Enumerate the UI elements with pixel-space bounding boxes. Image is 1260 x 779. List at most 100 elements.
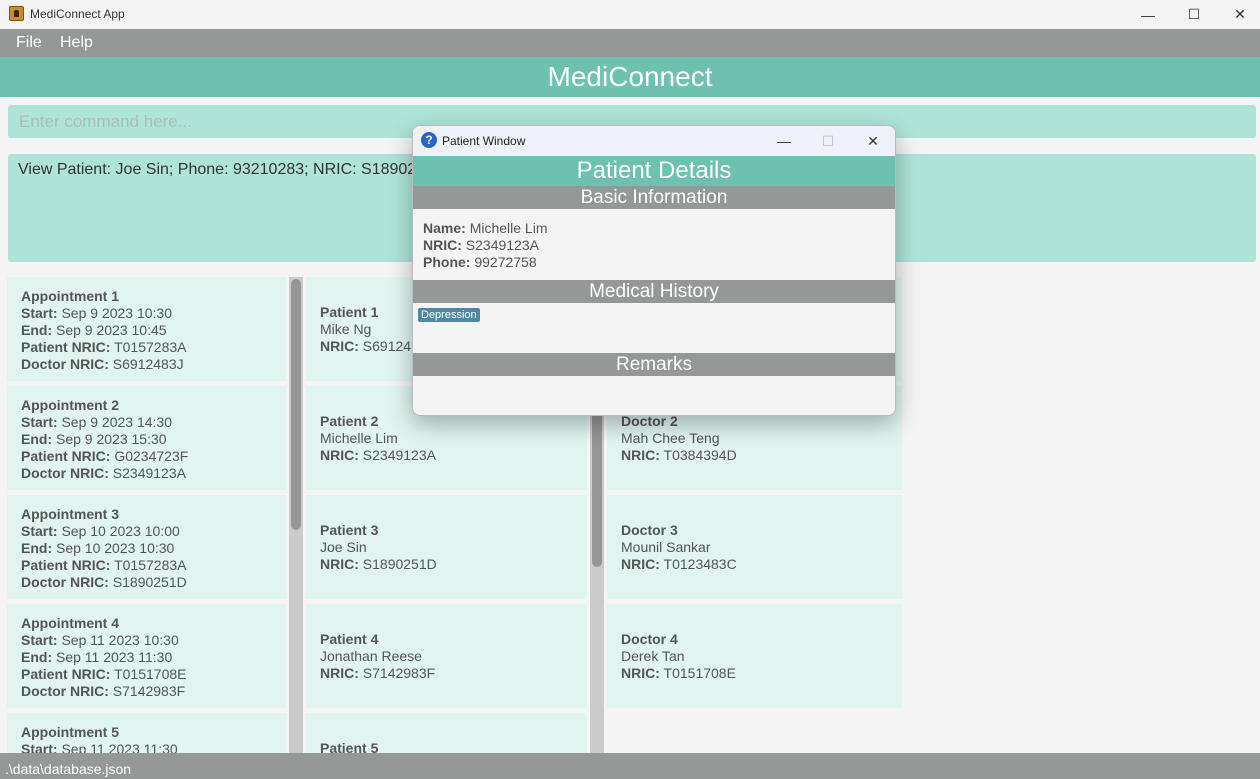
start-row: Start: Sep 9 2023 10:30 <box>21 305 272 322</box>
start-row-value: Sep 11 2023 11:30 <box>61 741 178 753</box>
close-button[interactable]: ✕ <box>1217 0 1260 29</box>
doctor-nric-row: Doctor NRIC: S6912483J <box>21 356 272 373</box>
doctor-nric-row-label: NRIC: <box>621 665 660 681</box>
start-row: Start: Sep 9 2023 14:30 <box>21 414 272 431</box>
doctor-nric-row-value: S2349123A <box>112 465 186 481</box>
patient-nric-row-value: S2349123A <box>362 447 436 463</box>
end-row-label: End: <box>21 322 53 338</box>
title-bar: MediConnect App — ☐ ✕ <box>0 0 1260 29</box>
patient-title-value: Patient 4 <box>320 631 379 647</box>
end-row-value: Sep 9 2023 15:30 <box>56 431 167 447</box>
appointment-card[interactable]: Appointment 5 Start: Sep 11 2023 11:30 <box>7 713 286 753</box>
doctor-nric-row-value: T0384394D <box>663 447 737 463</box>
doctor-nric-row-value: T0151708E <box>663 665 736 681</box>
patient-nric-row-label: NRIC: <box>320 447 359 463</box>
patient-title-value: Patient 3 <box>320 522 379 538</box>
maximize-button[interactable]: ☐ <box>1171 0 1217 29</box>
menu-help[interactable]: Help <box>60 34 93 52</box>
doctor-nric-row-label: Doctor NRIC: <box>21 465 109 481</box>
appointment-card[interactable]: Appointment 1 Start: Sep 9 2023 10:30 End:… <box>7 277 286 381</box>
patient-title: Patient 3 <box>320 522 573 539</box>
appointment-scroll-thumb[interactable] <box>291 279 301 530</box>
doctor-title-value: Doctor 4 <box>621 631 678 647</box>
patient-nric-row-value: T0157283A <box>114 557 187 573</box>
start-row-value: Sep 9 2023 10:30 <box>61 305 172 321</box>
appointment-title-value: Appointment 3 <box>21 506 119 522</box>
patient-title-value: Patient 5 <box>320 740 379 753</box>
patient-scroll-thumb[interactable] <box>592 397 602 567</box>
popup-maximize-button: ☐ <box>821 132 835 149</box>
nric-value: S2349123A <box>465 237 539 253</box>
patient-card[interactable]: Patient 3 Joe Sin NRIC: S1890251D <box>306 495 587 599</box>
app-icon <box>9 6 24 21</box>
patient-name-value: Mike Ng <box>320 321 372 337</box>
help-icon: ? <box>421 132 437 148</box>
patient-name-value: Jonathan Reese <box>320 648 422 664</box>
start-row: Start: Sep 11 2023 11:30 <box>21 741 272 753</box>
doctor-name: Mah Chee Teng <box>621 430 888 447</box>
menu-file[interactable]: File <box>16 34 42 52</box>
doctor-name-value: Derek Tan <box>621 648 685 664</box>
popup-minimize-button[interactable]: — <box>761 126 807 156</box>
patient-nric-row-value: S7142983F <box>362 665 436 681</box>
end-row-value: Sep 10 2023 10:30 <box>56 540 175 556</box>
start-row-value: Sep 11 2023 10:30 <box>61 632 179 648</box>
doctor-nric-row-label: Doctor NRIC: <box>21 356 109 372</box>
doctor-nric-row: NRIC: T0123483C <box>621 556 888 573</box>
menu-bar: File Help <box>0 29 1260 57</box>
basic-info-header: Basic Information <box>413 186 895 209</box>
appointment-title-value: Appointment 2 <box>21 397 119 413</box>
patient-window: ? Patient Window — ☐ ✕ Patient Details B… <box>412 125 896 416</box>
patient-nric-row: Patient NRIC: T0157283A <box>21 557 272 574</box>
patient-name-value: Michelle Lim <box>320 430 398 446</box>
end-row: End: Sep 10 2023 10:30 <box>21 540 272 557</box>
end-row-label: End: <box>21 649 53 665</box>
end-row-value: Sep 11 2023 11:30 <box>56 649 173 665</box>
doctor-nric-row-value: T0123483C <box>663 556 737 572</box>
start-row-label: Start: <box>21 305 58 321</box>
patient-nric-row: Patient NRIC: T0151708E <box>21 666 272 683</box>
end-row: End: Sep 9 2023 15:30 <box>21 431 272 448</box>
doctor-title: Doctor 4 <box>621 631 888 648</box>
popup-close-button[interactable]: ✕ <box>850 126 895 156</box>
end-row-label: End: <box>21 540 53 556</box>
status-bar: .\data\database.json <box>0 753 1260 779</box>
patient-card[interactable]: Patient 4 Jonathan Reese NRIC: S7142983F <box>306 604 587 708</box>
phone-label: Phone: <box>423 254 471 270</box>
minimize-button[interactable]: — <box>1125 0 1171 29</box>
patient-nric-row: NRIC: S7142983F <box>320 665 573 682</box>
doctor-nric-row-value: S7142983F <box>112 683 186 699</box>
doctor-nric-row: Doctor NRIC: S2349123A <box>21 465 272 482</box>
appointment-card[interactable]: Appointment 2 Start: Sep 9 2023 14:30 End:… <box>7 386 286 490</box>
patient-name: Jonathan Reese <box>320 648 573 665</box>
patient-name: Michelle Lim <box>320 430 573 447</box>
appointment-card[interactable]: Appointment 4 Start: Sep 11 2023 10:30 End… <box>7 604 286 708</box>
start-row-value: Sep 10 2023 10:00 <box>61 523 180 539</box>
start-row-label: Start: <box>21 741 58 753</box>
doctor-card[interactable]: Doctor 4 Derek Tan NRIC: T0151708E <box>607 604 902 708</box>
patient-nric-row: Patient NRIC: G0234723F <box>21 448 272 465</box>
patient-nric-row-label: NRIC: <box>320 665 359 681</box>
end-row: End: Sep 11 2023 11:30 <box>21 649 272 666</box>
patient-nric-row-value: T0157283A <box>114 339 187 355</box>
doctor-title: Doctor 3 <box>621 522 888 539</box>
appointment-card[interactable]: Appointment 3 Start: Sep 10 2023 10:00 End… <box>7 495 286 599</box>
doctor-nric-row-label: NRIC: <box>621 556 660 572</box>
doctor-card[interactable]: Doctor 3 Mounil Sankar NRIC: T0123483C <box>607 495 902 599</box>
patient-nric-row-label: Patient NRIC: <box>21 557 111 573</box>
start-row-label: Start: <box>21 523 58 539</box>
appointment-title-value: Appointment 4 <box>21 615 119 631</box>
appointment-title-value: Appointment 1 <box>21 288 119 304</box>
patient-nric-row-label: Patient NRIC: <box>21 339 111 355</box>
doctor-name: Derek Tan <box>621 648 888 665</box>
patient-details-heading: Patient Details <box>413 156 895 186</box>
appointment-title: Appointment 3 <box>21 506 272 523</box>
patient-card[interactable]: Patient 5 <box>306 713 587 753</box>
patient-window-title: Patient Window <box>442 134 526 148</box>
start-row: Start: Sep 10 2023 10:00 <box>21 523 272 540</box>
patient-name-value: Joe Sin <box>320 539 367 555</box>
appointment-scrollbar[interactable] <box>289 277 303 753</box>
appointment-title: Appointment 4 <box>21 615 272 632</box>
doctor-nric-row-label: NRIC: <box>621 447 660 463</box>
patient-nric-row-value: G0234723F <box>114 448 189 464</box>
